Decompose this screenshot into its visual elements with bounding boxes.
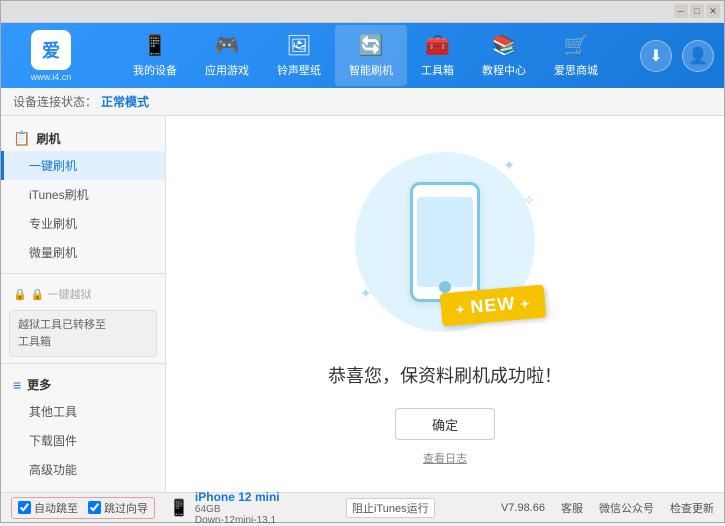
- app-game-icon: 🎮: [215, 33, 240, 58]
- save-flash-label: 微量刷机: [29, 246, 77, 260]
- sidebar-item-one-key-flash[interactable]: 一键刷机: [1, 151, 165, 180]
- sidebar-item-save-flash[interactable]: 微量刷机: [1, 238, 165, 267]
- logo-site: www.i4.cn: [31, 72, 72, 82]
- nav-wallpaper[interactable]: 🖼 铃声壁纸: [263, 25, 335, 86]
- jailbreak-note: 越狱工具已转移至工具箱: [18, 319, 106, 348]
- skip-wizard-input[interactable]: [88, 501, 101, 514]
- nav-my-device[interactable]: 📱 我的设备: [119, 25, 191, 86]
- main-layout: 📋 刷机 一键刷机 iTunes刷机 专业刷机 微量刷机 🔒 🔒 一键越狱 越狱: [1, 116, 724, 492]
- wallpaper-icon: 🖼: [286, 33, 311, 58]
- close-button[interactable]: ✕: [706, 4, 720, 18]
- skip-wizard-checkbox[interactable]: 跳过向导: [88, 500, 148, 516]
- version-text: V7.98.66: [501, 502, 545, 514]
- auto-jump-label: 自动跳至: [34, 500, 78, 516]
- user-button[interactable]: 👤: [682, 40, 714, 72]
- auto-jump-checkbox[interactable]: 自动跳至: [18, 500, 78, 516]
- tutorial-label: 教程中心: [482, 62, 526, 78]
- smart-flash-icon: 🔄: [359, 33, 384, 58]
- nav-tutorial[interactable]: 📚 教程中心: [468, 25, 540, 86]
- smart-flash-label: 智能刷机: [349, 62, 393, 78]
- wallpaper-label: 铃声壁纸: [277, 62, 321, 78]
- sparkle-3: ✦: [360, 285, 372, 302]
- sidebar-divider-1: [1, 273, 165, 274]
- sidebar-group-flash: 📋 刷机: [1, 124, 165, 151]
- app-game-label: 应用游戏: [205, 62, 249, 78]
- skip-wizard-label: 跳过向导: [104, 500, 148, 516]
- sidebar-note-jailbreak: 越狱工具已转移至工具箱: [9, 310, 157, 357]
- minimize-button[interactable]: ─: [674, 4, 688, 18]
- other-tools-label: 其他工具: [29, 405, 77, 419]
- support-link[interactable]: 客服: [561, 500, 583, 516]
- bottom-bar: 自动跳至 跳过向导 📱 iPhone 12 mini 64GB Down-12m…: [1, 492, 724, 522]
- sparkle-1: ✦: [503, 157, 515, 174]
- advanced-label: 高级功能: [29, 463, 77, 477]
- device-info: 📱 iPhone 12 mini 64GB Down-12mini-13,1: [169, 490, 280, 526]
- status-label: 设备连接状态：: [13, 93, 97, 110]
- sidebar-item-download-fw[interactable]: 下载固件: [1, 426, 165, 455]
- sidebar-disabled-jailbreak: 🔒 🔒 一键越狱: [1, 280, 165, 306]
- logo: 爱 www.i4.cn: [11, 30, 91, 82]
- more-group-label: 更多: [27, 376, 51, 393]
- logo-icon: 爱: [31, 30, 71, 70]
- device-model: Down-12mini-13,1: [195, 515, 280, 526]
- sidebar-item-pro-flash[interactable]: 专业刷机: [1, 209, 165, 238]
- my-device-label: 我的设备: [133, 62, 177, 78]
- sidebar-divider-2: [1, 363, 165, 364]
- sidebar-group-more: ≡ 更多: [1, 370, 165, 397]
- my-device-icon: 📱: [143, 33, 168, 58]
- nav-smart-flash[interactable]: 🔄 智能刷机: [335, 25, 407, 86]
- pro-flash-label: 专业刷机: [29, 217, 77, 231]
- auto-jump-input[interactable]: [18, 501, 31, 514]
- nav-bar: 📱 我的设备 🎮 应用游戏 🖼 铃声壁纸 🔄 智能刷机 🧰 工具箱 📚: [91, 25, 640, 86]
- success-message: 恭喜您，保资料刷机成功啦！: [328, 362, 562, 388]
- sidebar-item-advanced[interactable]: 高级功能: [1, 455, 165, 484]
- check-update-link[interactable]: 检查更新: [670, 500, 714, 516]
- stop-itunes-button[interactable]: 阻止iTunes运行: [346, 498, 435, 518]
- header: 爱 www.i4.cn 📱 我的设备 🎮 应用游戏 🖼 铃声壁纸 🔄 智能刷机: [1, 23, 724, 88]
- one-key-flash-label: 一键刷机: [29, 159, 77, 173]
- device-details: iPhone 12 mini 64GB Down-12mini-13,1: [195, 490, 280, 526]
- tools-icon: 🧰: [425, 33, 450, 58]
- sidebar-item-other-tools[interactable]: 其他工具: [1, 397, 165, 426]
- nav-store[interactable]: 🛒 爱思商城: [540, 25, 612, 86]
- sidebar: 📋 刷机 一键刷机 iTunes刷机 专业刷机 微量刷机 🔒 🔒 一键越狱 越狱: [1, 116, 166, 492]
- store-label: 爱思商城: [554, 62, 598, 78]
- title-bar: ─ □ ✕: [1, 1, 724, 23]
- sidebar-item-itunes-flash[interactable]: iTunes刷机: [1, 180, 165, 209]
- tools-label: 工具箱: [421, 62, 454, 78]
- download-button[interactable]: ⬇: [640, 40, 672, 72]
- header-right: ⬇ 👤: [640, 40, 714, 72]
- flash-group-label: 刷机: [36, 130, 60, 147]
- wechat-link[interactable]: 微信公众号: [599, 500, 654, 516]
- maximize-button[interactable]: □: [690, 4, 704, 18]
- phone-screen: [417, 197, 473, 287]
- phone-home-btn: [439, 281, 451, 293]
- phone-illustration: ✦ ✧ ✦ NEW: [345, 142, 545, 342]
- status-bar: 设备连接状态： 正常模式: [1, 88, 724, 116]
- tutorial-icon: 📚: [492, 33, 517, 58]
- store-icon: 🛒: [564, 33, 589, 58]
- status-value: 正常模式: [101, 93, 149, 110]
- phone-body: [410, 182, 480, 302]
- disabled-label: 🔒 一键越狱: [31, 286, 92, 302]
- confirm-button[interactable]: 确定: [395, 408, 495, 440]
- device-storage: 64GB: [195, 504, 280, 515]
- sparkle-2: ✧: [523, 192, 535, 209]
- flash-group-icon: 📋: [13, 130, 30, 147]
- bottom-right: V7.98.66 客服 微信公众号 检查更新: [501, 500, 714, 516]
- content-area: ✦ ✧ ✦ NEW 恭喜您，保资料刷机成功啦！ 确定 查看日志: [166, 116, 724, 492]
- view-log-link[interactable]: 查看日志: [423, 450, 467, 466]
- stop-itunes-section: 阻止iTunes运行: [346, 498, 435, 518]
- device-icon: 📱: [169, 498, 189, 518]
- bottom-left: 自动跳至 跳过向导 📱 iPhone 12 mini 64GB Down-12m…: [11, 490, 280, 526]
- nav-tools[interactable]: 🧰 工具箱: [407, 25, 468, 86]
- lock-icon: 🔒: [13, 288, 27, 301]
- more-group-icon: ≡: [13, 377, 21, 393]
- itunes-flash-label: iTunes刷机: [29, 188, 89, 202]
- download-fw-label: 下载固件: [29, 434, 77, 448]
- nav-app-game[interactable]: 🎮 应用游戏: [191, 25, 263, 86]
